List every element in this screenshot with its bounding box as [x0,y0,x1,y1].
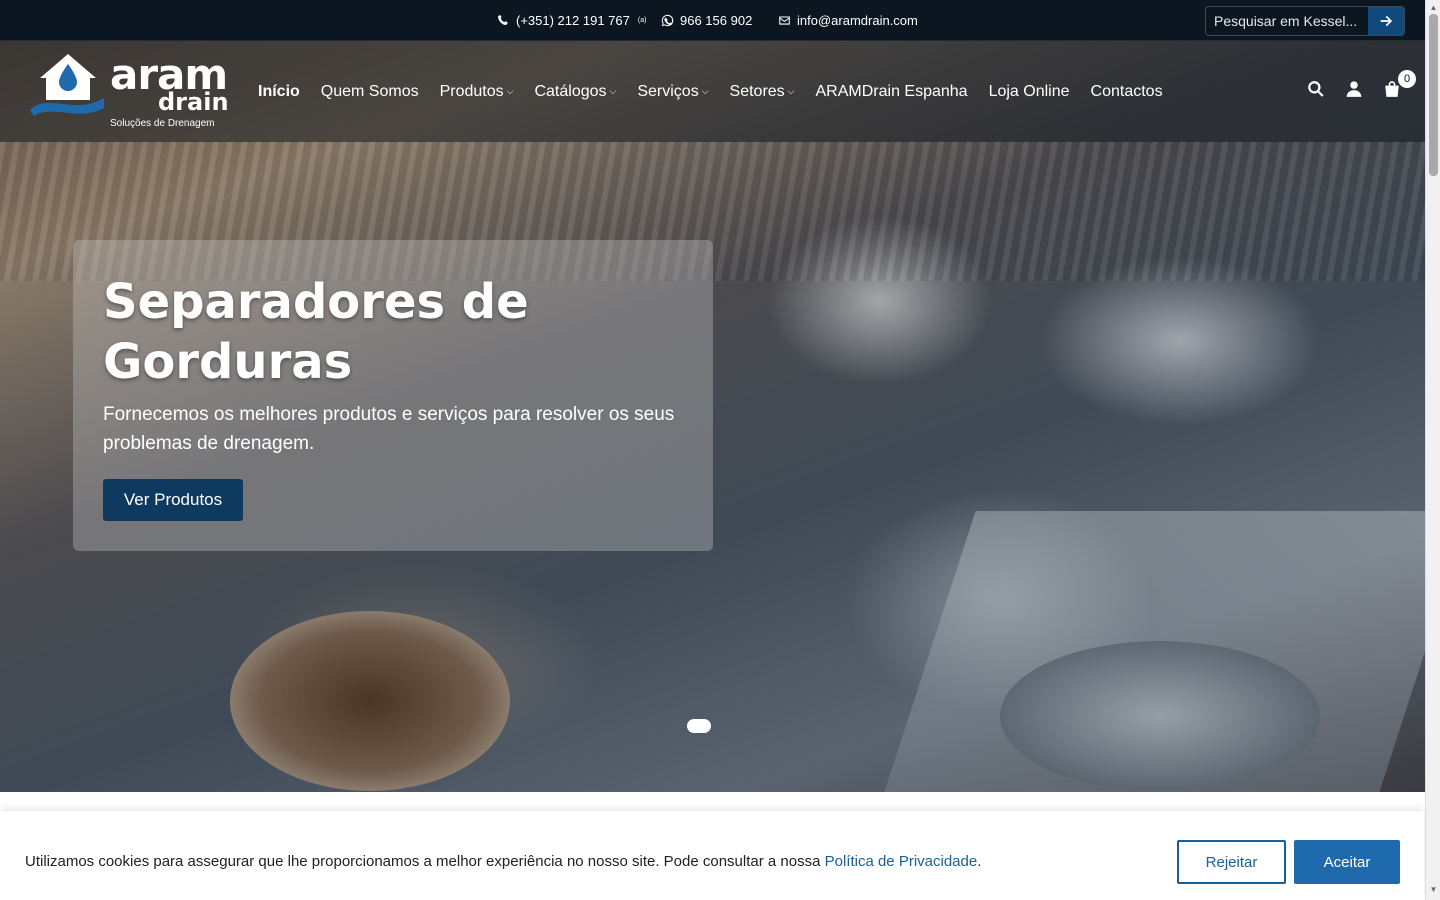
nav-label: Produtos [439,82,504,100]
chevron-down-icon: ⌵ [701,86,709,96]
phone-number: (+351) 212 191 767 [516,13,630,28]
phone-note: (a) [637,17,647,24]
nav-label: Quem Somos [320,82,419,100]
logo-house-icon [30,54,104,116]
chevron-down-icon: ⌵ [506,86,514,96]
chevron-down-icon: ⌵ [787,86,795,96]
top-bar: (+351) 212 191 767 (a) 966 156 902 info@a… [0,0,1425,41]
nav-item-catalogos[interactable]: Catálogos ⌵ [534,83,616,101]
user-icon [1346,81,1362,97]
nav-label: Loja Online [988,82,1070,100]
page-scrollbar[interactable]: ▲ ▼ [1425,0,1440,900]
nav-item-produtos[interactable]: Produtos ⌵ [440,83,514,101]
envelope-icon [779,16,790,25]
privacy-policy-link[interactable]: Política de Privacidade [825,853,978,870]
cookie-text: Utilizamos cookies para assegurar que lh… [25,853,821,870]
nav-label: Início [258,82,300,100]
nav-label: Contactos [1090,82,1163,100]
slider-dot-active[interactable] [687,719,711,733]
email-contact[interactable]: info@aramdrain.com [778,0,918,41]
hero-image-pot [230,611,510,791]
arrow-right-icon [1380,15,1393,27]
nav-item-inicio[interactable]: Início [258,83,300,101]
hero-image-plate [1000,641,1320,791]
nav-item-loja-online[interactable]: Loja Online [989,83,1070,101]
whatsapp-contact[interactable]: 966 156 902 [661,0,752,41]
hero-caption: Separadores de Gorduras Fornecemos os me… [73,240,713,551]
nav-item-contactos[interactable]: Contactos [1091,83,1163,101]
main-nav: Início Quem Somos Produtos ⌵ Catálogos ⌵ S… [258,41,1184,142]
phone-contact[interactable]: (+351) 212 191 767 (a) [497,0,646,41]
nav-account-button[interactable] [1345,80,1363,98]
nav-item-servicos[interactable]: Serviços ⌵ [637,83,708,101]
cookie-text-suffix: . [977,853,982,870]
nav-label: ARAMDrain Espanha [815,82,968,100]
view-products-button[interactable]: Ver Produtos [103,479,243,521]
logo-tagline: Soluções de Drenagem [110,118,215,129]
cookie-message: Utilizamos cookies para assegurar que lh… [25,853,981,870]
nav-item-aramdrain-espanha[interactable]: ARAMDrain Espanha [816,83,968,101]
cart-count-badge: 0 [1398,70,1416,88]
nav-label: Setores [729,82,785,100]
site-logo[interactable]: aram drain Soluções de Drenagem [30,50,229,132]
phone-icon [498,14,508,25]
hero-subtitle: Fornecemos os melhores produtos e serviç… [103,404,675,454]
accept-cookies-button[interactable]: Aceitar [1294,840,1400,884]
nav-item-quem-somos[interactable]: Quem Somos [321,83,419,101]
search-icon [1308,81,1324,97]
reject-cookies-button[interactable]: Rejeitar [1177,840,1286,884]
email-address: info@aramdrain.com [797,13,918,28]
nav-item-setores[interactable]: Setores ⌵ [730,83,795,101]
whatsapp-number: 966 156 902 [680,13,753,28]
hero-title: Separadores de Gorduras [103,274,529,390]
cookie-banner: Utilizamos cookies para assegurar que lh… [0,810,1424,900]
logo-wordmark-drain: drain [158,88,229,116]
search-input[interactable] [1206,7,1368,35]
whatsapp-icon [661,14,674,27]
site-search [1205,6,1405,36]
scrollbar-thumb[interactable] [1429,14,1438,176]
nav-label: Serviços [637,82,699,100]
nav-search-button[interactable] [1307,80,1325,98]
search-submit-button[interactable] [1368,7,1404,35]
nav-label: Catálogos [534,82,607,100]
chevron-down-icon: ⌵ [609,86,617,96]
scroll-down-arrow-icon[interactable]: ▼ [1429,885,1438,894]
scroll-up-arrow-icon[interactable]: ▲ [1429,3,1438,12]
